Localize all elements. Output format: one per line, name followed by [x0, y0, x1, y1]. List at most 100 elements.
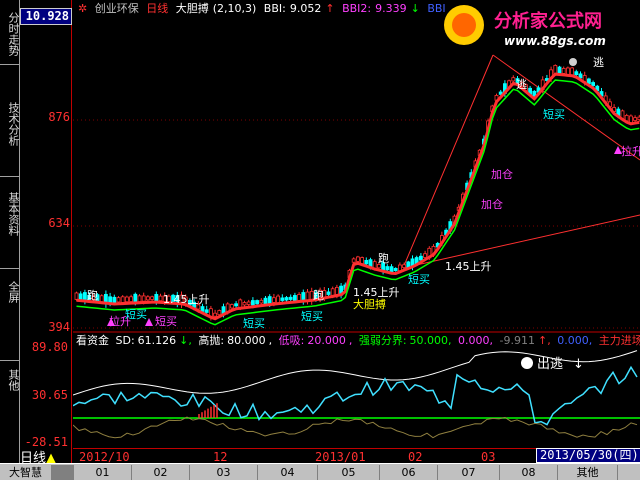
annotation-big-bet: 大胆搏: [353, 297, 386, 311]
high-value: 80.000: [227, 334, 266, 347]
annotation-up145: 1.45上升: [163, 293, 210, 306]
tab-05[interactable]: 05: [318, 465, 380, 480]
logo-title: 分析家公式网: [494, 10, 602, 32]
candle-body: [326, 291, 331, 295]
down-arrow-icon: ↓: [410, 2, 420, 15]
annotation-add-1: 加仓: [481, 197, 503, 211]
stock-name: 创业环保: [94, 2, 139, 15]
split-label: 强弱分界:: [358, 334, 407, 347]
down-arrow-icon: ↓,: [179, 334, 192, 347]
candle-body: [271, 297, 276, 303]
tab-06[interactable]: 06: [380, 465, 438, 480]
candle-body: [574, 71, 579, 76]
annotation-flee: 逃: [593, 56, 604, 69]
gear-icon[interactable]: ✲: [78, 2, 87, 15]
tab-07[interactable]: 07: [438, 465, 500, 480]
candle-body: [355, 256, 360, 262]
low-label: 低吸:: [278, 334, 305, 347]
candle-body: [351, 258, 356, 263]
candle-body: [146, 296, 150, 301]
tab-03[interactable]: 03: [190, 465, 258, 480]
tab-02[interactable]: 02: [132, 465, 190, 480]
annotation-flee-2: 逃: [516, 78, 527, 91]
indicator-axis-label: 30.65: [31, 388, 68, 402]
tab-timeshare[interactable]: 分时走势: [1, 6, 20, 62]
annotation-short-buy-4: 短买: [301, 309, 323, 323]
candle-body: [364, 259, 369, 265]
app-name[interactable]: 大智慧: [0, 465, 52, 480]
candle-body: [284, 297, 289, 301]
period-label: 日线: [146, 2, 169, 15]
site-logo: 分析家公式网 www.88gs.com: [444, 5, 606, 48]
period-indicator[interactable]: 日线▲: [20, 447, 56, 466]
annotation-run: 跑: [87, 288, 98, 302]
main-force-label: 主力进场: [598, 334, 640, 347]
candle-body: [108, 296, 112, 303]
bbi-label: BBI:: [263, 2, 286, 15]
candle-body: [158, 295, 163, 302]
candle-body: [242, 302, 247, 306]
candle-body: [112, 296, 117, 304]
left-sidebar: 分时走势 技术分析 基本资料 全屏 其他: [0, 0, 20, 465]
candle-body: [125, 296, 129, 303]
annotation-run-3: 跑: [378, 251, 389, 265]
candle-body: [116, 297, 121, 303]
indicator-axis-label: 89.80: [31, 340, 68, 354]
candle-body: [99, 295, 104, 303]
candle-body: [423, 253, 428, 258]
candle-body: [389, 266, 394, 273]
tab-fullscreen[interactable]: 全屏: [1, 278, 20, 306]
annotation-short-buy: 短买: [155, 314, 177, 328]
tab-04[interactable]: 04: [258, 465, 318, 480]
indicator-cyan-line: [73, 365, 638, 426]
candle-body: [591, 82, 595, 87]
candle-body: [292, 295, 297, 301]
candle-body: [263, 297, 268, 305]
annotation-run-away: 出逃: [537, 357, 563, 372]
tab-basic-info[interactable]: 基本资料: [1, 186, 20, 242]
tab-01[interactable]: 01: [74, 465, 132, 480]
indicator-params: (2,10,3): [212, 2, 257, 15]
split-value: 50.000,: [409, 334, 452, 347]
sidebar-divider: [0, 360, 20, 361]
indicator-name: 大胆搏: [175, 2, 209, 15]
tab-other[interactable]: 其他: [558, 465, 618, 480]
candle-body: [250, 300, 255, 306]
candle-body: [280, 297, 285, 301]
candle-body: [255, 300, 260, 305]
date-label: 2013/01: [315, 450, 366, 464]
annotation-run-2: 跑: [313, 288, 324, 302]
price-label: 876: [48, 110, 70, 124]
run-away-marker: [521, 357, 533, 369]
value-1: 0.000,: [458, 334, 494, 347]
indicator-olive-line: [73, 416, 638, 439]
candle-body: [217, 310, 222, 316]
candle-body: [150, 296, 154, 300]
sd-label: SD:: [115, 334, 135, 347]
bbi2-label: BBI2:: [342, 2, 372, 15]
current-date-box: 2013/05/30(四): [536, 448, 640, 463]
annotation-short-buy-2: 短买: [125, 307, 147, 321]
value-3: 0.000,: [557, 334, 593, 347]
sidebar-divider: [0, 64, 20, 65]
logo-sun-core: [452, 13, 476, 37]
main-force-bars: [198, 403, 218, 418]
candlestick-chart[interactable]: 跑 1.45上升 拉升 短买 短买 短买 短买 跑 1.45上升 大胆搏 跑 1…: [73, 0, 640, 463]
indicator-bar: 看资金 SD: 61.126 ↓, 高抛: 80.000, 低吸: 20.000, 强弱…: [76, 332, 640, 347]
value-2: -9.911: [499, 334, 536, 347]
trend-line: [402, 214, 640, 269]
tab-technical-analysis[interactable]: 技术分析: [1, 96, 20, 152]
candle-body: [204, 309, 209, 313]
candle-body: [246, 301, 251, 305]
candle-body: [297, 294, 302, 302]
page-marker[interactable]: [52, 465, 74, 480]
bbi2-value: 9.339: [375, 2, 407, 15]
candle-body: [259, 299, 264, 304]
tab-other[interactable]: 其他: [1, 366, 20, 394]
up-arrow-icon: ↑: [325, 2, 335, 15]
candle-body: [129, 296, 133, 302]
date-label: 03: [481, 450, 496, 464]
tab-08[interactable]: 08: [500, 465, 558, 480]
candle-body: [137, 295, 142, 303]
annotation-short-buy-6: 短买: [543, 107, 565, 121]
